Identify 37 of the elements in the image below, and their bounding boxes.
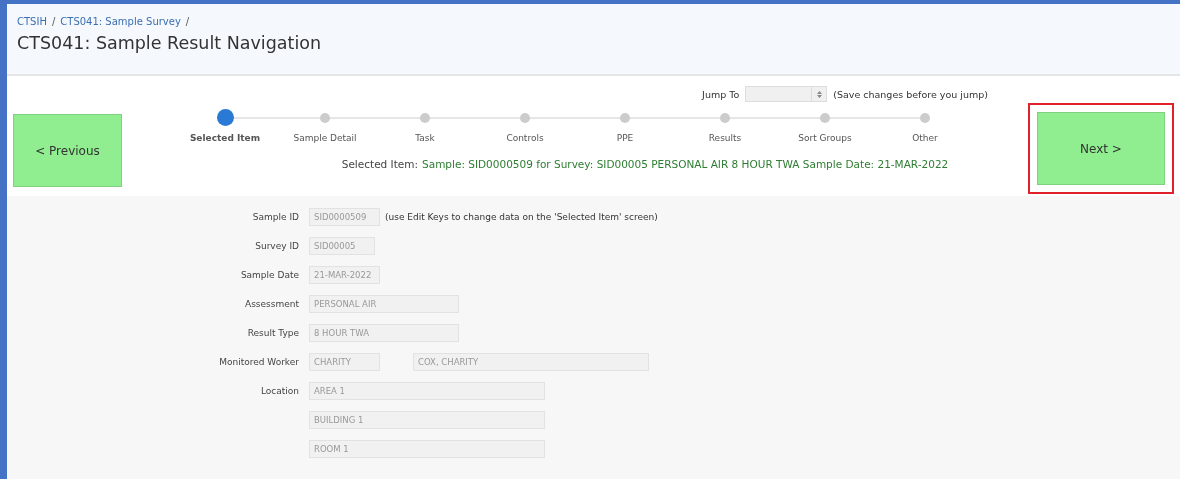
step-dot[interactable] [720,113,730,123]
step-dot[interactable] [820,113,830,123]
summary-value: Sample: SID0000509 for Survey: SID00005 PERSONAL AIR 8 HOUR TWA Sample Date: 21-MAR-2022 [422,158,949,170]
step-label: Sample Detail [293,133,357,143]
step-label: Results [708,133,742,143]
step-label: Task [415,133,435,143]
previous-button[interactable]: < Previous [13,114,122,187]
field-label: Survey ID [254,241,299,251]
page-title: CTS041: Sample Result Navigation [17,33,323,53]
breadcrumb-link[interactable]: CTS041: Sample Survey [60,16,181,27]
summary-label: Selected Item: [341,158,419,170]
field-label: Assessment [244,299,299,309]
field-label: Location [259,386,299,396]
step-label: PPE [616,133,634,143]
step-label: Controls [506,133,544,143]
step-dot[interactable] [520,113,530,123]
field-label: Sample ID [251,212,299,222]
field-label: Result Type [246,328,299,338]
step-label: Selected Item [189,133,261,143]
field-label: Monitored Worker [218,357,299,367]
breadcrumb-link[interactable]: CTSIH [17,16,47,27]
jump-to-label: Jump To [702,88,740,100]
step-label: Sort Groups [798,133,852,143]
jump-to-select[interactable] [745,86,828,102]
step-dot[interactable] [216,109,234,126]
step-dot[interactable] [920,113,930,123]
breadcrumb-separator: / [51,16,56,27]
step-dot[interactable] [620,113,630,123]
jump-note: (Save changes before you jump) [833,88,988,100]
field-note: (use Edit Keys to change data on the 'Selected Item' screen) [385,212,658,222]
select-arrows-icon [816,90,822,98]
step-dot[interactable] [320,113,330,123]
step-label: Other [912,133,938,143]
step-dot[interactable] [420,113,430,123]
next-button[interactable]: Next > [1037,112,1165,185]
breadcrumb-separator: / [185,16,190,27]
field-label: Sample Date [239,270,299,280]
